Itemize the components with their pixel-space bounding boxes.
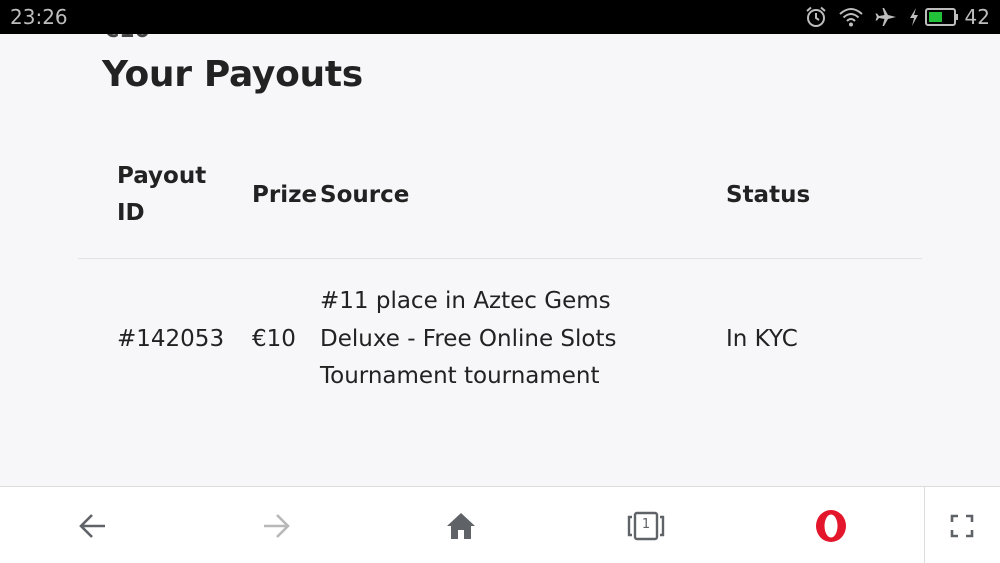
page-title: Your Payouts xyxy=(102,54,363,95)
header-status: Status xyxy=(726,182,811,208)
forward-arrow-icon xyxy=(262,513,290,539)
home-icon xyxy=(446,512,476,540)
airplane-icon xyxy=(875,6,897,28)
status-bar: 23:26 42 xyxy=(0,0,1000,34)
table-row: #142053 €10 #11 place in Aztec Gems Delu… xyxy=(78,259,922,419)
tabs-icon: 1 xyxy=(627,511,665,541)
header-prize: Prize xyxy=(252,182,318,208)
fullscreen-icon xyxy=(950,514,974,538)
fullscreen-button[interactable] xyxy=(922,487,1000,563)
opera-menu-button[interactable] xyxy=(791,487,871,563)
back-arrow-icon xyxy=(79,513,107,539)
header-payout-id: Payout ID xyxy=(117,163,207,226)
opera-logo-icon xyxy=(814,508,848,544)
tabs-count: 1 xyxy=(641,516,651,532)
tabs-button[interactable]: 1 xyxy=(606,487,686,563)
battery-indicator: 42 xyxy=(909,5,990,29)
status-icons: 42 xyxy=(805,4,990,30)
payouts-table: Payout ID Prize Source Status #142053 €1… xyxy=(78,154,922,419)
status-time: 23:26 xyxy=(10,5,68,29)
charging-bolt-icon xyxy=(909,8,919,26)
home-button[interactable] xyxy=(421,487,501,563)
battery-icon xyxy=(924,8,959,26)
browser-bottom-bar: 1 xyxy=(0,486,1000,563)
battery-level: 42 xyxy=(964,5,990,29)
cut-off-text: €10 xyxy=(104,34,150,43)
page-content: €10 Your Payouts Payout ID Prize Source … xyxy=(0,34,1000,486)
cell-status: In KYC xyxy=(726,326,798,352)
forward-button[interactable] xyxy=(236,487,316,563)
header-source: Source xyxy=(320,182,410,208)
cell-payout-id: #142053 xyxy=(117,326,225,352)
wifi-icon xyxy=(838,7,863,27)
cell-prize: €10 xyxy=(252,326,296,352)
cell-source: #11 place in Aztec Gems Deluxe - Free On… xyxy=(320,288,617,389)
table-header: Payout ID Prize Source Status xyxy=(78,154,922,259)
alarm-icon xyxy=(805,6,827,28)
back-button[interactable] xyxy=(53,487,133,563)
